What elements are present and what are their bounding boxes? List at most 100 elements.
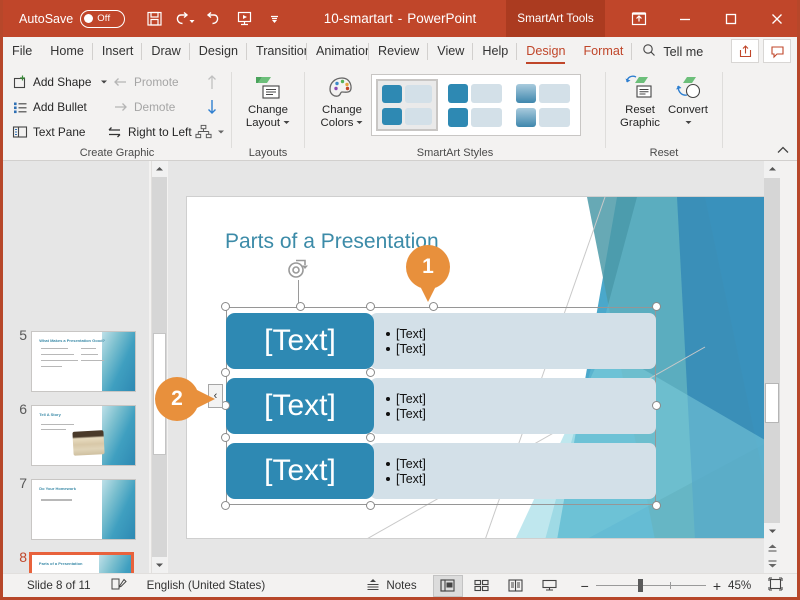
slide-sorter-icon[interactable]	[467, 575, 497, 597]
collapse-ribbon-icon[interactable]	[775, 142, 791, 158]
smartart-bullet[interactable]: [Text]	[386, 392, 656, 406]
tab-insert[interactable]: Insert	[93, 37, 143, 66]
smartart-bullet[interactable]: [Text]	[386, 327, 656, 341]
chevron-down-icon[interactable]	[217, 125, 225, 139]
tab-smartart-format[interactable]: Format	[574, 37, 633, 66]
close-icon[interactable]	[754, 0, 797, 37]
smartart-row-1[interactable]: [Text] [Text] [Text]	[226, 313, 656, 369]
resize-handle-top-inner-left[interactable]	[296, 302, 305, 311]
resize-handle-bottom-center[interactable]	[366, 501, 375, 510]
slide-thumbnails-pane[interactable]: 5 What Makes a Presentation Good? 6 Tell…	[3, 161, 149, 573]
layout-button[interactable]	[195, 120, 225, 143]
move-down-button[interactable]	[203, 95, 220, 118]
autosave-toggle[interactable]: Off	[80, 9, 126, 28]
minimize-icon[interactable]	[662, 0, 708, 37]
slide-thumbnail-8[interactable]: Parts of a Presentation	[29, 552, 134, 573]
style-simple-fill[interactable]	[376, 79, 438, 131]
smartart-panel-3[interactable]: [Text] [Text]	[370, 443, 656, 499]
tab-view[interactable]: View	[428, 37, 474, 66]
tab-help[interactable]: Help	[473, 37, 518, 66]
zoom-thumb[interactable]	[637, 579, 643, 592]
text-pane-button[interactable]: Text Pane	[11, 120, 85, 143]
smartart-panel-1[interactable]: [Text] [Text]	[370, 313, 656, 369]
notes-button[interactable]: Notes	[356, 574, 426, 598]
undo-icon[interactable]	[170, 6, 198, 32]
smartart-shape-1[interactable]: [Text]	[226, 313, 374, 369]
smartart-panel-2[interactable]: [Text] [Text]	[370, 378, 656, 434]
language-indicator[interactable]: English (United States)	[137, 574, 276, 598]
resize-handle-middle-center[interactable]	[366, 368, 375, 377]
tab-animations[interactable]: Animations	[307, 37, 369, 66]
slide-show-icon[interactable]	[535, 575, 565, 597]
autosave-control[interactable]: AutoSave Off	[19, 9, 126, 28]
thumbnails-scroll-up-icon[interactable]	[152, 161, 167, 177]
resize-handle-top-right[interactable]	[652, 302, 661, 311]
right-to-left-button[interactable]: Right to Left	[106, 120, 192, 143]
chevron-down-icon[interactable]	[356, 117, 363, 130]
slide-scroll-up-icon[interactable]	[764, 161, 780, 177]
style-gradient[interactable]	[512, 79, 574, 131]
smartart-row-3[interactable]: [Text] [Text] [Text]	[226, 443, 656, 499]
resize-handle-top-left[interactable]	[221, 302, 230, 311]
chevron-down-icon[interactable]	[685, 117, 692, 130]
zoom-slider[interactable]: − + 45%	[571, 574, 766, 598]
thumbnails-scrollbar[interactable]	[151, 161, 167, 573]
tab-design[interactable]: Design	[190, 37, 248, 66]
smartart-bullet[interactable]: [Text]	[386, 407, 656, 421]
resize-handle-middle-left[interactable]	[221, 368, 230, 377]
normal-view-icon[interactable]	[432, 574, 463, 597]
smartart-shape-2[interactable]: [Text]	[226, 378, 374, 434]
rotate-icon[interactable]	[286, 259, 311, 284]
zoom-out-button[interactable]: −	[581, 578, 589, 594]
tab-home[interactable]: Home	[41, 37, 93, 66]
add-bullet-button[interactable]: Add Bullet	[11, 95, 87, 118]
resize-handle-lower-center[interactable]	[366, 433, 375, 442]
resize-handle-bottom-left[interactable]	[221, 501, 230, 510]
start-presentation-icon[interactable]	[230, 6, 258, 32]
slide-scrollbar[interactable]	[764, 161, 780, 573]
reading-view-icon[interactable]	[501, 575, 531, 597]
comments-icon[interactable]	[763, 39, 791, 63]
zoom-track[interactable]	[595, 579, 706, 592]
thumbnails-scroll-down-icon[interactable]	[152, 557, 167, 573]
slide-counter[interactable]: Slide 8 of 11	[3, 574, 101, 598]
slide-scroll-down-icon[interactable]	[764, 522, 780, 539]
tab-review[interactable]: Review	[369, 37, 429, 66]
spellcheck-button[interactable]	[101, 574, 137, 598]
resize-handle-top-center[interactable]	[366, 302, 375, 311]
smartart-row-2[interactable]: [Text] [Text] [Text]	[226, 378, 656, 434]
change-colors-button[interactable]: Change Colors	[313, 72, 371, 130]
slide-scroll-track[interactable]	[764, 178, 780, 523]
slide-thumbnail-7[interactable]: Do Your Homework	[31, 479, 136, 540]
ribbon-display-options-icon[interactable]	[616, 0, 662, 37]
smartart-shape-3[interactable]: [Text]	[226, 443, 374, 499]
customize-qat-icon[interactable]	[260, 6, 288, 32]
change-layout-button[interactable]: Change Layout	[239, 72, 297, 130]
resize-handle-top-inner-right[interactable]	[429, 302, 438, 311]
smartart-graphic[interactable]: [Text] [Text] [Text] [Text] [Text] [Text…	[208, 259, 661, 510]
zoom-level-label[interactable]: 45%	[728, 579, 756, 592]
smartart-bullet[interactable]: [Text]	[386, 342, 656, 356]
previous-slide-icon[interactable]	[764, 539, 780, 556]
share-icon[interactable]	[731, 39, 759, 63]
next-slide-icon[interactable]	[764, 556, 780, 573]
current-slide[interactable]: Parts of a Presentation [Text] [Text] [T…	[186, 196, 778, 539]
save-icon[interactable]	[140, 6, 168, 32]
resize-handle-right[interactable]	[652, 401, 661, 410]
chevron-down-icon[interactable]	[283, 117, 290, 130]
style-inset[interactable]	[444, 79, 506, 131]
chevron-down-icon[interactable]	[100, 75, 108, 89]
convert-button[interactable]: Convert	[659, 72, 717, 130]
tab-transitions[interactable]: Transitions	[247, 37, 307, 66]
zoom-in-button[interactable]: +	[713, 578, 721, 594]
tab-file[interactable]: File	[3, 37, 41, 66]
slide-thumbnail-5[interactable]: What Makes a Presentation Good?	[31, 331, 136, 392]
tab-smartart-design[interactable]: Design	[517, 37, 574, 66]
add-shape-button[interactable]: Add Shape	[11, 70, 108, 93]
resize-handle-lower-left[interactable]	[221, 433, 230, 442]
smartart-bullet[interactable]: [Text]	[386, 457, 656, 471]
slide-thumbnail-6[interactable]: Tell A Story	[31, 405, 136, 466]
fit-slide-button[interactable]	[766, 574, 797, 598]
smartart-bullet[interactable]: [Text]	[386, 472, 656, 486]
maximize-icon[interactable]	[708, 0, 754, 37]
